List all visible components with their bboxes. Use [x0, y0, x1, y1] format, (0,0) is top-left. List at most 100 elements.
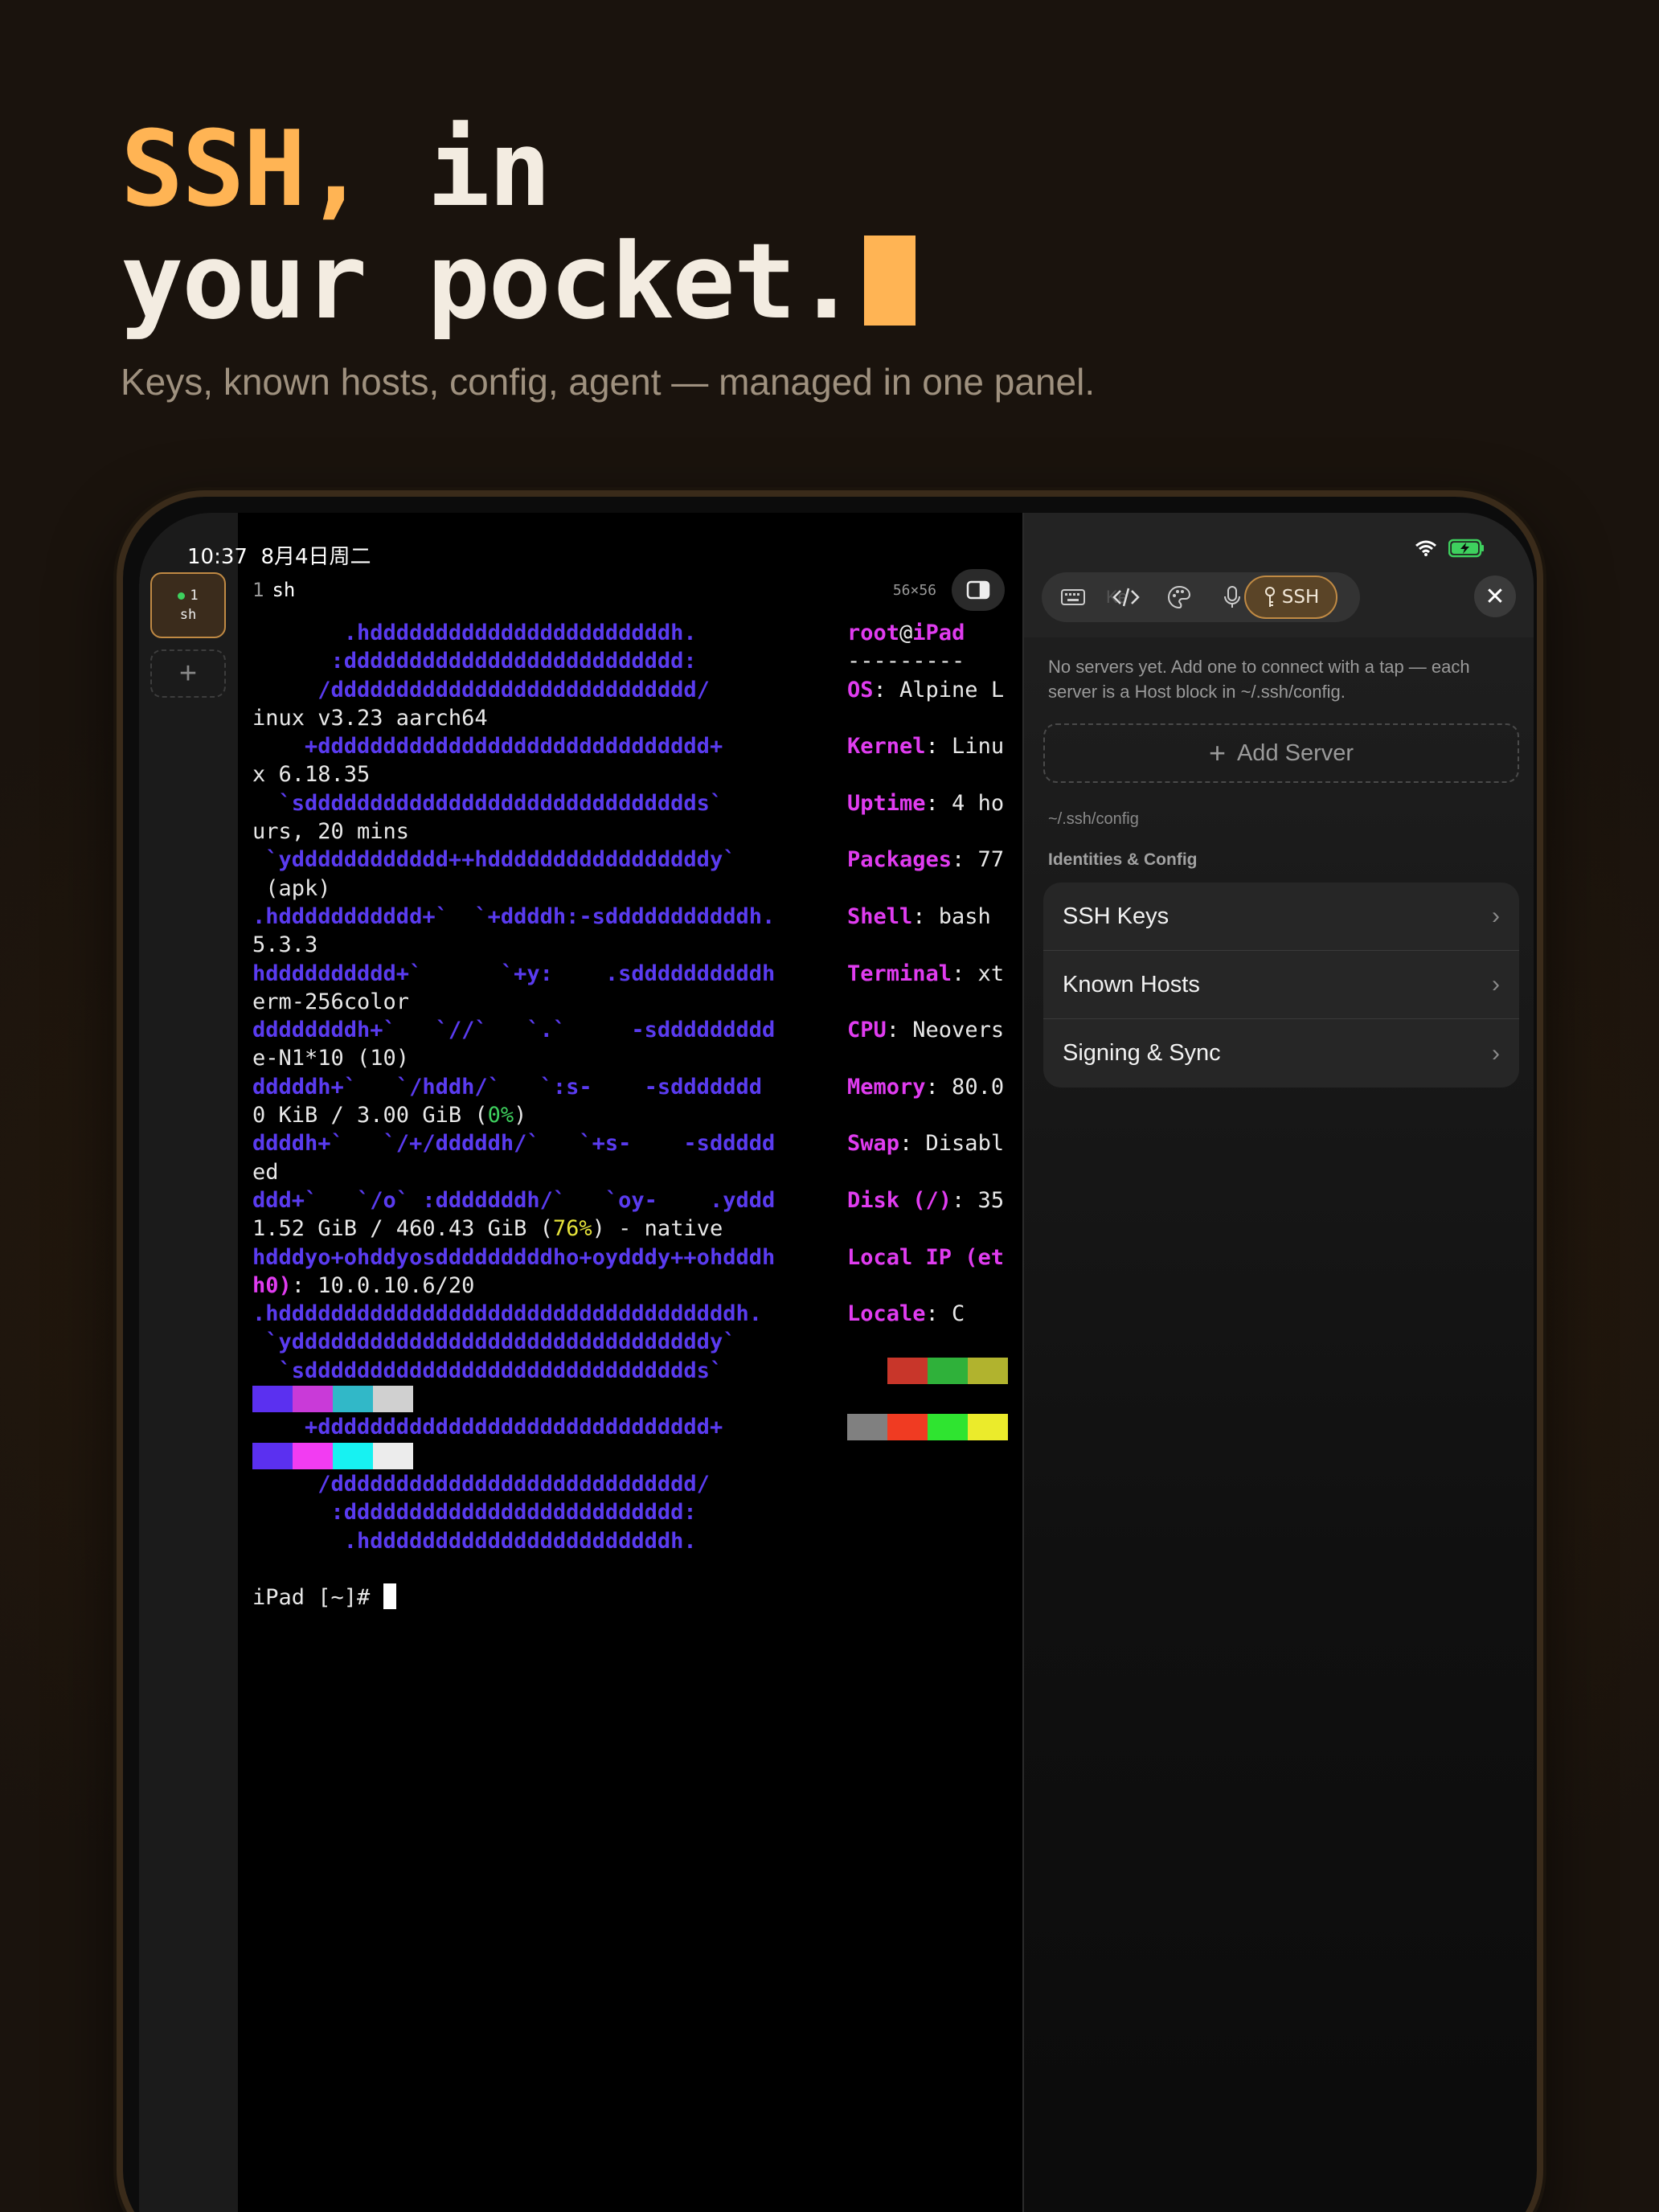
terminal-text-segment: : Linu [925, 734, 1005, 760]
terminal-text-segment: +dddddddddddddddddddddddddddddd+ [252, 734, 723, 760]
color-swatch [333, 1386, 373, 1413]
terminal-text-segment: OS [847, 677, 874, 703]
terminal-line-right [847, 1413, 1012, 1441]
terminal-text-segment: :dddddddddddddddddddddddddd: [252, 649, 697, 674]
terminal-text-segment: `yddddddddddddddddddddddddddddddddy` [252, 1329, 736, 1355]
terminal-line: `yddddddddddddddddddddddddddddddddy` [252, 1328, 1024, 1356]
session-tab-sh[interactable]: 1 sh [150, 572, 226, 638]
hero-subtitle: Keys, known hosts, config, agent — manag… [121, 361, 1096, 403]
panel-toolbar: Ke SSH [1042, 572, 1360, 622]
terminal-line-left: `sdddddddddddddddddddddddddddddds` [252, 789, 799, 817]
terminal-line: +dddddddddddddddddddddddddddddd+ Kernel: … [252, 732, 1024, 760]
terminal-text-segment: Kernel [847, 734, 926, 760]
terminal-line: inux v3.23 aarch64 [252, 704, 1024, 732]
terminal-text-segment: : 10.0.10.6/20 [291, 1272, 475, 1298]
terminal-line: /dddddddddddddddddddddddddddd/ [252, 1470, 1024, 1498]
terminal-text-segment: .hdddddddddddddddddddddddh. [252, 1528, 697, 1554]
identities-config-menu: SSH Keys › Known Hosts › Signing & Sync › [1043, 883, 1519, 1088]
terminal-text-segment: : Neovers [886, 1018, 1005, 1043]
terminal-line-left: hdddddddddd+` `+y: .sddddddddddh [252, 960, 799, 988]
terminal-text-segment: : 35 [952, 1187, 1005, 1213]
add-server-button[interactable]: + Add Server [1043, 723, 1519, 783]
device-screen: 1 sh + 1 sh 56×56 .hddddddddddddddddddddd… [139, 513, 1534, 2212]
terminal-text-segment: Locale [847, 1301, 926, 1327]
terminal-line: +dddddddddddddddddddddddddddddd+ [252, 1413, 1024, 1441]
color-swatch [847, 1414, 887, 1441]
terminal-line-left: e-N1*10 (10) [252, 1044, 799, 1072]
terminal-text-segment: --------- [847, 649, 965, 674]
terminal-text-segment: : bash [912, 903, 991, 929]
terminal-text-segment: x 6.18.35 [252, 762, 371, 788]
wifi-icon [1415, 540, 1436, 556]
terminal-line-left: inux v3.23 aarch64 [252, 704, 799, 732]
terminal-text-segment: Terminal [847, 961, 952, 986]
add-session-button[interactable]: + [150, 649, 226, 698]
terminal-line-left: ddddddddh+` `//` `.` -sddddddddd [252, 1016, 799, 1044]
terminal-line-right: Terminal: xt [847, 960, 1012, 988]
status-time: 10:37 [187, 545, 248, 569]
battery-charging-icon [1448, 539, 1484, 558]
toggle-panel-button[interactable] [952, 569, 1005, 611]
terminal-tab-index: 1 [252, 579, 264, 601]
terminal-text-segment: root [847, 621, 900, 645]
terminal-text-segment: : 77 [952, 847, 1005, 873]
terminal-text-segment: iPad [~]# [252, 1585, 383, 1611]
terminal-text-segment: e-N1*10 (10) [252, 1046, 410, 1071]
terminal-line-left: 5.3.3 [252, 931, 799, 959]
terminal-text-segment: ddd+` `/o` :dddddddh/` `oy- .yddd [252, 1187, 776, 1213]
terminal-line: .hdddddddddddddddddddddddh. root@iPad [252, 619, 1024, 647]
config-path: ~/.ssh/config [1048, 810, 1139, 828]
palette-icon[interactable] [1164, 582, 1194, 612]
terminal-text-segment: :dddddddddddddddddddddddddd: [252, 1500, 697, 1526]
sidebar-toggle-icon [966, 580, 990, 600]
terminal-line-right: OS: Alpine L [847, 676, 1012, 704]
close-panel-button[interactable]: ✕ [1474, 576, 1516, 617]
terminal-line: h0): 10.0.10.6/20 [252, 1272, 1024, 1300]
terminal-line: 1.52 GiB / 460.43 GiB (76%) - native [252, 1215, 1024, 1243]
terminal-line-left: h0): 10.0.10.6/20 [252, 1272, 799, 1300]
code-icon[interactable]: Ke [1106, 582, 1141, 612]
terminal-line: `sdddddddddddddddddddddddddddddds` [252, 1357, 1024, 1385]
microphone-icon[interactable] [1217, 582, 1247, 612]
terminal-line-left: `yddddddddddddddddddddddddddddddddy` [252, 1328, 799, 1356]
menu-item-ssh-keys[interactable]: SSH Keys › [1043, 883, 1519, 951]
ssh-tab-active[interactable]: SSH [1244, 576, 1337, 619]
color-swatch [293, 1386, 333, 1413]
terminal-text-segment: hdddyo+ohddyosdddddddddho+oydddy++ohdddh [252, 1244, 776, 1270]
terminal-text-segment: `sdddddddddddddddddddddddddddddds` [252, 790, 723, 816]
terminal-line-right: Memory: 80.0 [847, 1073, 1012, 1101]
terminal-line: hdddddddddd+` `+y: .sddddddddddh Terminal… [252, 960, 1024, 988]
terminal-line: .hdddddddddddddddddddddddh. [252, 1527, 1024, 1555]
terminal-text-segment: .hdddddddddddddddddddddddddddddddddddh. [252, 1301, 762, 1327]
terminal-line-left: ddddh+` `/+/dddddh/` `+s- -sddddd [252, 1129, 799, 1157]
terminal-line: ed [252, 1158, 1024, 1186]
chevron-right-icon: › [1492, 971, 1500, 997]
plus-icon: + [178, 656, 198, 690]
session-sidebar: 1 sh + [139, 513, 238, 2212]
terminal-line-left: .hdddddddddddddddddddddddddddddddddddh. [252, 1300, 799, 1328]
terminal-line: ddddh+` `/+/dddddh/` `+s- -sddddd Swap: D… [252, 1129, 1024, 1157]
terminal-text-segment: Local IP (et [847, 1244, 1005, 1270]
ssh-tab-label: SSH [1281, 587, 1320, 608]
terminal-line: (apk) [252, 875, 1024, 903]
menu-item-signing-sync[interactable]: Signing & Sync › [1043, 1019, 1519, 1088]
terminal-text-segment: : C [925, 1301, 965, 1327]
terminal-line-left: `sdddddddddddddddddddddddddddddds` [252, 1357, 799, 1385]
menu-item-known-hosts[interactable]: Known Hosts › [1043, 951, 1519, 1019]
terminal-line-right: Shell: bash [847, 903, 1012, 931]
terminal-text-segment: 5.3.3 [252, 932, 318, 958]
terminal-text-segment: 1.52 GiB / 460.43 GiB ( [252, 1216, 553, 1242]
keyboard-icon[interactable] [1058, 582, 1088, 612]
session-tab-top: 1 [178, 588, 199, 604]
terminal-text-segment: .hdddddddddddddddddddddddh. [252, 621, 697, 645]
terminal-text-segment: `sdddddddddddddddddddddddddddddds` [252, 1358, 723, 1383]
terminal-line-left: ddd+` `/o` :dddddddh/` `oy- .yddd [252, 1186, 799, 1215]
terminal-view[interactable]: 1 sh 56×56 .hdddddddddddddddddddddddh. roo… [238, 513, 1022, 2212]
terminal-line: /dddddddddddddddddddddddddddd/OS: Alpine… [252, 676, 1024, 704]
terminal-line: ddd+` `/o` :dddddddh/` `oy- .yddd Disk (/… [252, 1186, 1024, 1215]
terminal-text-segment: Shell [847, 903, 913, 929]
terminal-line-left: :dddddddddddddddddddddddddd: [252, 1498, 799, 1526]
terminal-text-segment: ddddddddh+` `//` `.` -sddddddddd [252, 1018, 776, 1043]
menu-item-label: SSH Keys [1063, 903, 1169, 929]
